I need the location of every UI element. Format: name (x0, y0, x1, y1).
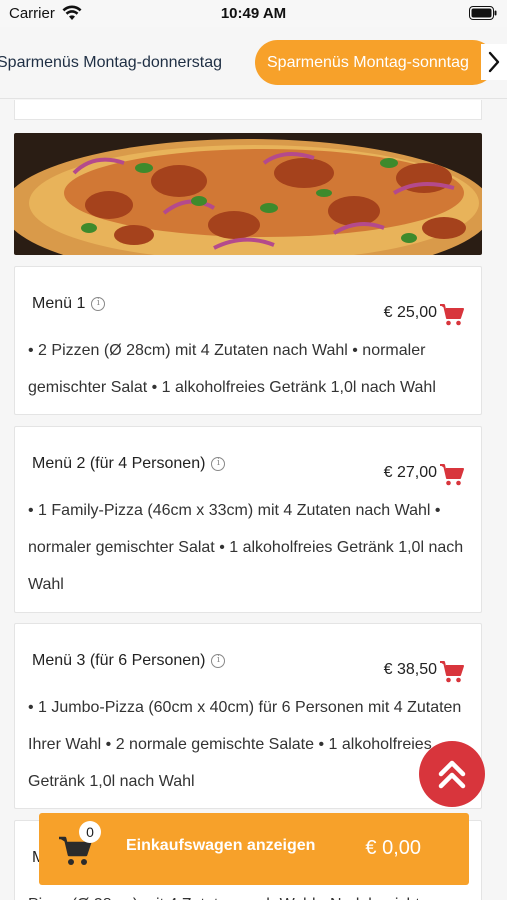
info-icon[interactable]: i (211, 457, 226, 471)
tabs-next-button[interactable] (481, 44, 507, 80)
info-icon[interactable]: i (211, 654, 226, 668)
pizza-banner-image (14, 133, 482, 255)
double-chevron-up-icon (438, 760, 466, 789)
add-to-cart-icon[interactable] (439, 660, 465, 684)
menu-title: Menü 3 (für 6 Personen) i (32, 652, 226, 670)
menu-card-1: Menü 1 i € 25,00 • 2 Pizzen (Ø 28cm) mit… (14, 266, 482, 415)
menu-price: € 27,00 (383, 464, 437, 481)
menu-card-3: Menü 3 (für 6 Personen) i € 38,50 • 1 Ju… (14, 623, 482, 809)
battery-icon (469, 6, 497, 20)
tab-sparmenues-mo-so[interactable]: Sparmenüs Montag-sonntag (255, 40, 495, 85)
add-to-cart-icon[interactable] (439, 463, 465, 487)
menu-title: Menü 2 (für 4 Personen) i (32, 455, 226, 473)
scroll-to-top-button[interactable] (419, 741, 485, 807)
menu-title: Menü 1 i (32, 295, 106, 313)
menu-title-text: Menü 3 (für 6 Personen) (32, 652, 206, 669)
menu-description: Pizza (Ø 28cm) mit 4 Zutaten nach Wahl •… (28, 886, 473, 900)
info-icon[interactable]: i (91, 297, 106, 311)
menu-price: € 38,50 (383, 661, 437, 678)
menu-price: € 25,00 (383, 304, 437, 321)
category-tabs: Sparmenüs Montag-donnerstag Sparmenüs Mo… (0, 27, 507, 99)
tab-sparmenues-mo-do[interactable]: Sparmenüs Montag-donnerstag (0, 40, 235, 85)
status-time: 10:49 AM (220, 5, 287, 22)
menu-description: • 2 Pizzen (Ø 28cm) mit 4 Zutaten nach W… (28, 342, 436, 396)
add-to-cart-icon[interactable] (439, 303, 465, 327)
view-cart-button[interactable]: 0 Einkaufswagen anzeigen € 0,00 (39, 813, 469, 885)
chevron-right-icon (488, 51, 500, 73)
cart-label: Einkaufswagen anzeigen (126, 837, 316, 854)
status-bar: Carrier 10:49 AM (0, 0, 507, 27)
menu-title-text: Menü 2 (für 4 Personen) (32, 455, 206, 472)
previous-card-bottom (14, 100, 482, 120)
menu-title-text: Menü 1 (32, 295, 86, 312)
menu-description: • 1 Family-Pizza (46cm x 33cm) mit 4 Zut… (28, 502, 464, 593)
cart-total: € 0,00 (365, 837, 421, 859)
cart-count-badge: 0 (79, 821, 101, 843)
menu-card-2: Menü 2 (für 4 Personen) i € 27,00 • 1 Fa… (14, 426, 482, 613)
menu-description: • 1 Jumbo-Pizza (60cm x 40cm) für 6 Pers… (28, 699, 462, 790)
